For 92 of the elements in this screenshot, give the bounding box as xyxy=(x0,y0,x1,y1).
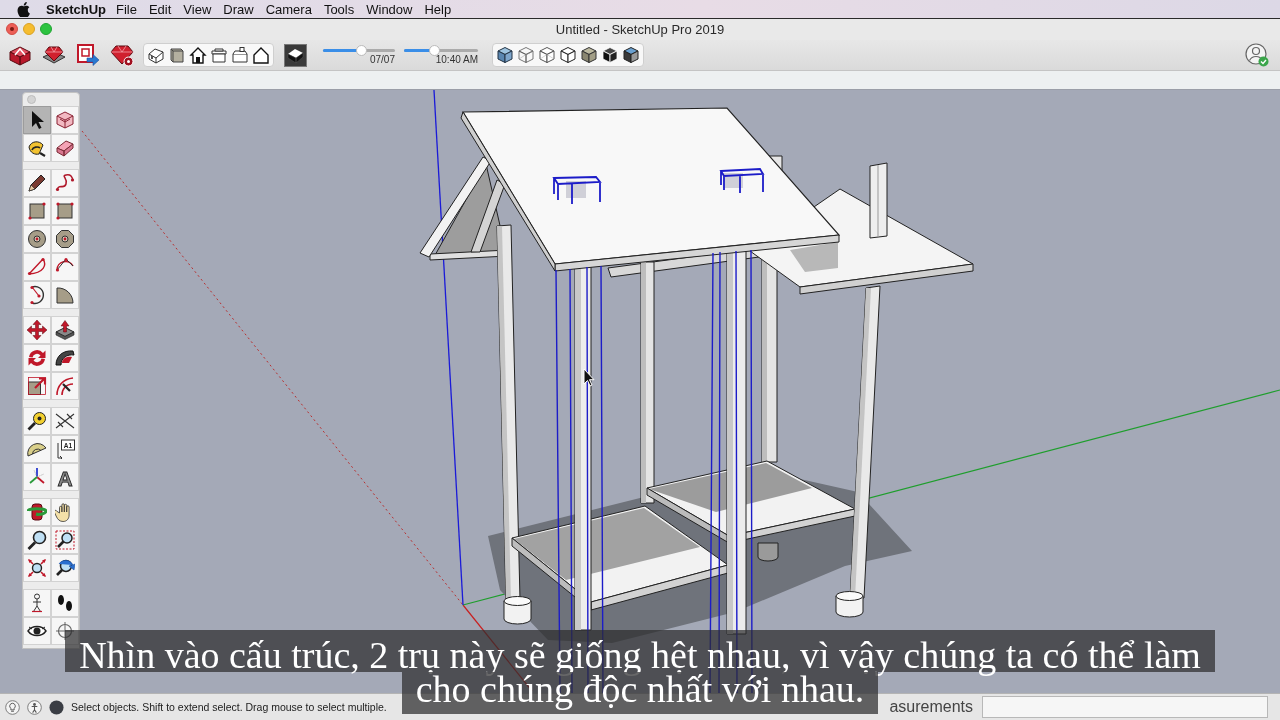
offset-arcs-icon xyxy=(55,376,75,396)
menu-item[interactable]: View xyxy=(183,1,212,17)
house-top-icon[interactable] xyxy=(210,46,228,64)
monochrome-cube-icon[interactable] xyxy=(601,46,619,64)
curve-line-icon xyxy=(55,173,75,193)
magnifier-frame-icon xyxy=(55,530,75,550)
slider-handle[interactable] xyxy=(428,45,440,56)
house-icon[interactable] xyxy=(147,46,165,64)
tool-button[interactable] xyxy=(51,589,79,617)
status-hint: Select objects. Shift to extend select. Drag mouse to select multiple. xyxy=(71,701,387,713)
scale-box-icon xyxy=(27,376,47,396)
menu-item[interactable]: File xyxy=(115,1,137,17)
tool-button[interactable] xyxy=(51,344,79,372)
arc-icon xyxy=(27,257,47,277)
tool-button[interactable] xyxy=(51,407,79,435)
tool-button[interactable] xyxy=(23,554,51,582)
magnifier-arrows-icon xyxy=(27,558,47,578)
lightbulb-icon[interactable] xyxy=(5,699,20,715)
house-back-icon[interactable] xyxy=(231,46,249,64)
tool-button[interactable] xyxy=(23,617,51,645)
shaded-cube-icon[interactable] xyxy=(580,46,598,64)
tool-button[interactable] xyxy=(23,498,51,526)
tool-button[interactable] xyxy=(23,316,51,344)
tool-button[interactable] xyxy=(51,372,79,400)
tool-button[interactable] xyxy=(51,225,79,253)
apple-icon[interactable] xyxy=(17,1,30,17)
pie-slice-icon xyxy=(55,285,75,305)
tool-button[interactable] xyxy=(51,169,79,197)
menu-item[interactable]: Edit xyxy=(148,1,172,17)
menu-item[interactable]: Help xyxy=(424,1,452,17)
app-menu[interactable]: SketchUp xyxy=(46,1,106,17)
close-button[interactable] xyxy=(6,23,18,35)
push-pull-icon xyxy=(55,320,75,340)
house-outline-icon[interactable] xyxy=(252,46,270,64)
person-icon[interactable] xyxy=(27,699,42,715)
pencil-icon xyxy=(27,173,47,193)
tool-button[interactable] xyxy=(51,498,79,526)
dimension-lines-icon xyxy=(55,411,75,431)
tool-button[interactable] xyxy=(23,372,51,400)
circle-icon xyxy=(27,229,47,249)
box-arrow-icon[interactable] xyxy=(76,43,100,67)
polygon-icon xyxy=(55,229,75,249)
move-arrows-icon xyxy=(27,320,47,340)
mouse-pointer-icon xyxy=(583,368,595,387)
tool-button[interactable] xyxy=(23,407,51,435)
tool-button[interactable] xyxy=(23,134,51,162)
filled-circle-icon[interactable] xyxy=(49,699,64,715)
footprints-icon xyxy=(55,593,75,613)
menu-item[interactable]: Tools xyxy=(323,1,355,17)
tool-button[interactable] xyxy=(23,281,51,309)
orbit-icon xyxy=(27,502,47,522)
tool-button[interactable] xyxy=(51,134,79,162)
hidden-line-cube-icon[interactable] xyxy=(538,46,556,64)
tool-button[interactable] xyxy=(23,106,51,134)
swoop-icon xyxy=(55,348,75,368)
user-account-icon[interactable] xyxy=(1245,43,1269,67)
arc-icon xyxy=(27,285,47,305)
tool-button[interactable] xyxy=(23,225,51,253)
menu-item[interactable]: Draw xyxy=(223,1,254,17)
wireframe-cube-icon[interactable] xyxy=(517,46,535,64)
tool-button[interactable] xyxy=(51,316,79,344)
tool-button[interactable] xyxy=(23,435,51,463)
tool-button[interactable] xyxy=(23,169,51,197)
measurements-label: asurements xyxy=(889,698,973,716)
menu-item[interactable]: Camera xyxy=(265,1,312,17)
house-front-icon[interactable] xyxy=(189,46,207,64)
magnifier-icon xyxy=(27,530,47,550)
xray-cube-icon[interactable] xyxy=(496,46,514,64)
tape-measure-icon xyxy=(27,411,47,431)
cube-icon xyxy=(55,110,75,130)
tool-button[interactable] xyxy=(51,526,79,554)
tool-button[interactable] xyxy=(23,526,51,554)
box-side-icon[interactable] xyxy=(168,46,186,64)
maximize-button[interactable] xyxy=(40,23,52,35)
cube-tile-icon[interactable] xyxy=(284,43,307,67)
gem-gear-icon[interactable] xyxy=(110,43,134,67)
textured-cube-icon[interactable] xyxy=(622,46,640,64)
rectangle-corners-icon xyxy=(55,201,75,221)
tool-button[interactable] xyxy=(51,554,79,582)
magnifier-arrow-icon xyxy=(55,558,75,578)
rectangle-icon xyxy=(27,201,47,221)
slider-value: 07/07 xyxy=(369,54,395,65)
axes-icon xyxy=(27,467,47,487)
slider-value: 10:40 AM xyxy=(435,54,478,65)
rotate-arrows-icon xyxy=(27,348,47,368)
slider-handle[interactable] xyxy=(356,45,368,56)
measurements-field[interactable] xyxy=(982,696,1268,718)
window-title: Untitled - SketchUp Pro 2019 xyxy=(555,22,725,37)
outline-cube-icon[interactable] xyxy=(559,46,577,64)
paint-bucket-icon xyxy=(27,138,47,158)
menu-item[interactable]: Window xyxy=(366,1,413,17)
eraser-icon xyxy=(55,138,75,158)
